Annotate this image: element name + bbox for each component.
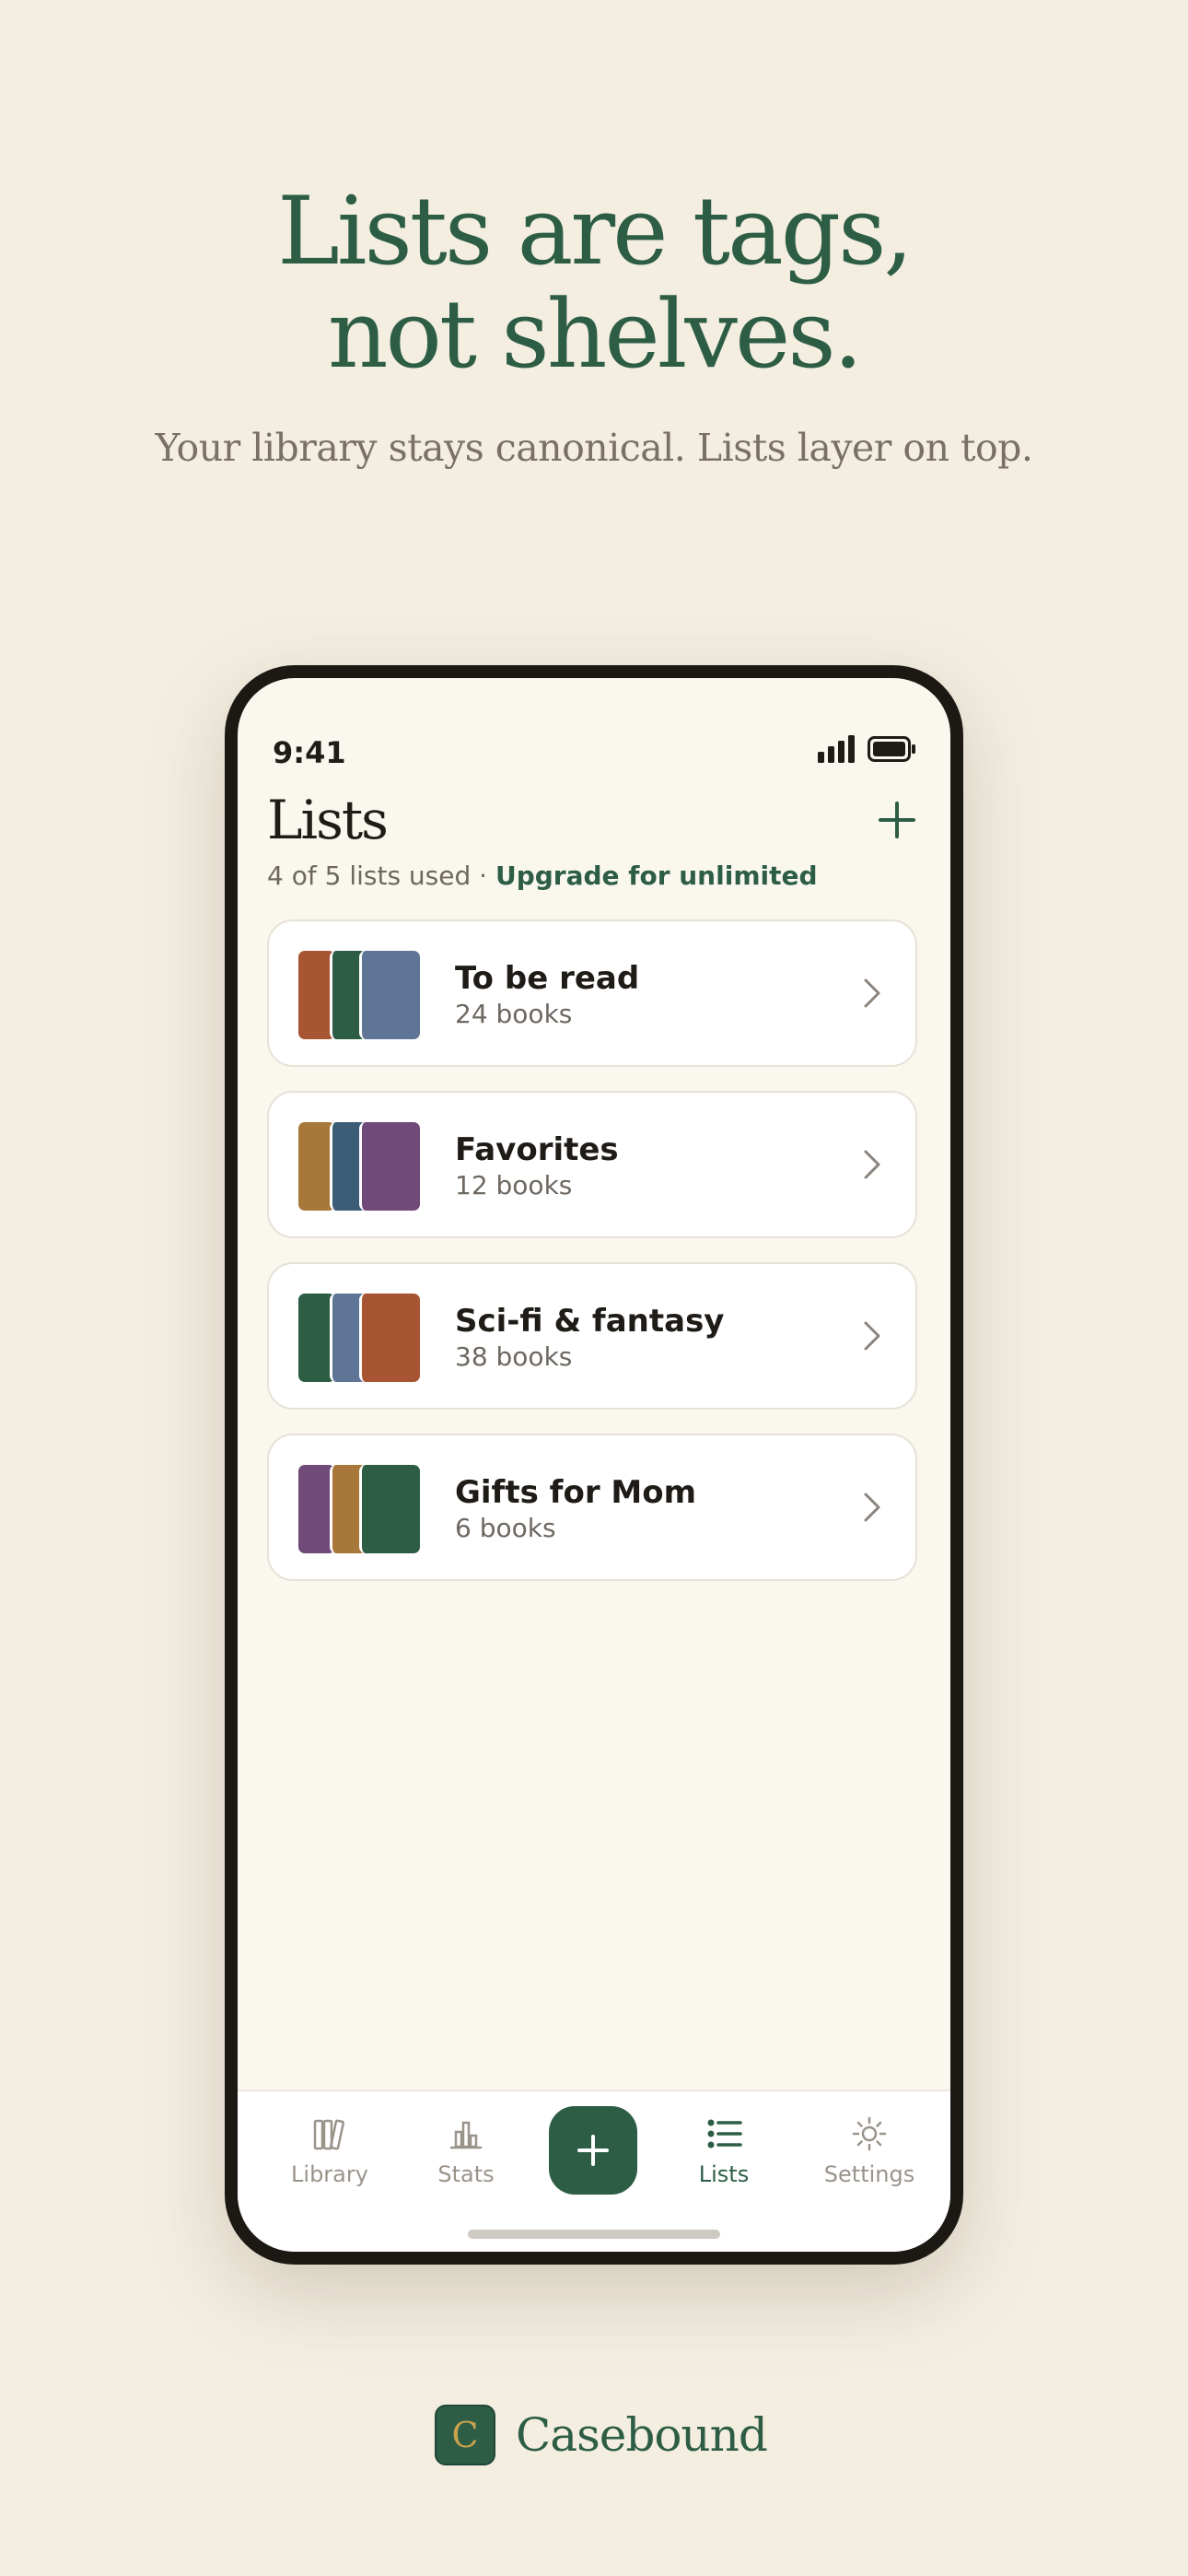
lists-icon [707,2119,742,2149]
brand-logo: C [435,2405,495,2465]
list-name: To be read [455,960,640,997]
phone-screen: 9:41 Lists 4 of 5 lists used · Upgrade f… [238,678,950,2252]
chevron-right-icon [864,1150,880,1179]
cover-stack [298,1465,420,1553]
tab-bar: Library Stats Lists Settings [238,2090,950,2252]
book-cover [359,1465,420,1553]
library-icon [313,2119,345,2150]
book-cover [359,1294,420,1382]
page-title: Lists [267,789,389,851]
status-time: 9:41 [273,735,346,770]
brand-name: Casebound [516,2408,768,2462]
home-indicator[interactable] [468,2230,720,2239]
cover-stack [298,1294,420,1382]
headline-line-2: not shelves. [327,280,863,390]
book-cover [359,1122,420,1211]
headline-line-1: Lists are tags, [277,177,914,287]
add-list-button[interactable] [877,800,917,840]
tab-settings[interactable]: Settings [805,2115,934,2187]
tab-library[interactable]: Library [265,2115,394,2187]
cover-stack [298,951,420,1039]
signal-icon [818,735,855,763]
status-icons [818,735,915,763]
usage-text: 4 of 5 lists used · Upgrade for unlimite… [267,861,818,891]
list-name: Sci-fi & fantasy [455,1303,725,1340]
add-book-button[interactable] [549,2106,637,2195]
tab-stats[interactable]: Stats [402,2115,530,2187]
headline-subtitle: Your library stays canonical. Lists laye… [155,426,1033,470]
list-item[interactable]: Gifts for Mom 6 books [267,1434,917,1581]
list-item[interactable]: Favorites 12 books [267,1091,917,1238]
lists-container: To be read 24 books Favorites 12 books S… [267,919,917,1605]
settings-icon [852,2116,887,2151]
tab-lists[interactable]: Lists [659,2115,788,2187]
list-count: 6 books [455,1513,556,1543]
stats-icon [449,2121,483,2149]
list-count: 12 books [455,1170,573,1200]
phone-frame: 9:41 Lists 4 of 5 lists used · Upgrade f… [225,665,963,2265]
plus-icon [577,2135,609,2166]
tab-library-label: Library [291,2161,368,2187]
tab-stats-label: Stats [437,2161,495,2187]
headline: Lists are tags, not shelves. [0,181,1188,387]
battery-icon [868,736,915,762]
chevron-right-icon [864,1321,880,1351]
book-cover [359,951,420,1039]
chevron-right-icon [864,978,880,1008]
list-count: 38 books [455,1341,573,1372]
list-count: 24 books [455,999,573,1029]
chevron-right-icon [864,1493,880,1522]
tab-settings-label: Settings [823,2161,915,2187]
usage-count: 4 of 5 lists used · [267,861,495,891]
upgrade-link[interactable]: Upgrade for unlimited [495,861,818,891]
cover-stack [298,1122,420,1211]
list-name: Gifts for Mom [455,1474,697,1511]
tab-lists-label: Lists [698,2161,750,2187]
list-name: Favorites [455,1131,619,1168]
list-item[interactable]: Sci-fi & fantasy 38 books [267,1262,917,1410]
list-item[interactable]: To be read 24 books [267,919,917,1067]
brand: C Casebound [435,2405,768,2465]
